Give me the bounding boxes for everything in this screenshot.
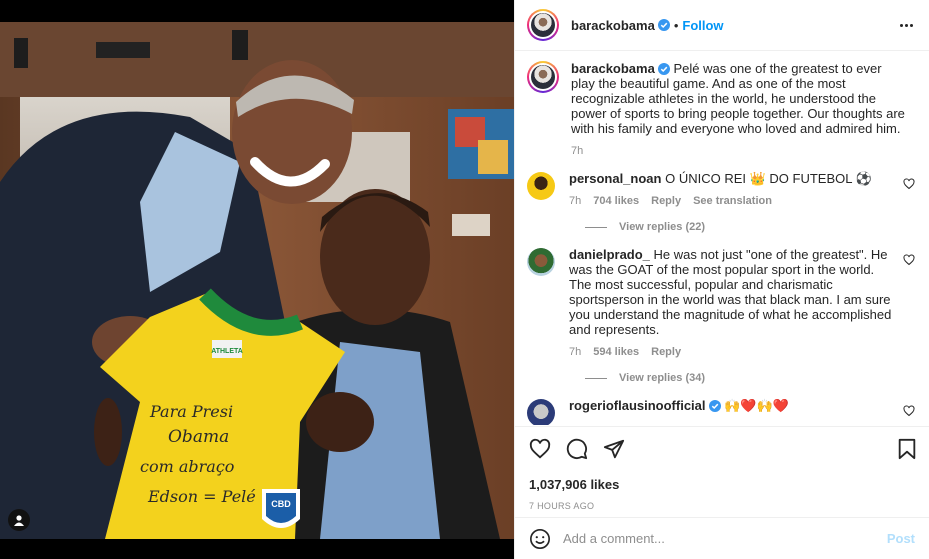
more-dot [910, 23, 913, 27]
comment-likes[interactable]: 594 likes [593, 345, 639, 360]
commenter-avatar[interactable] [527, 172, 555, 200]
comment-text: O ÚNICO REI 👑 DO FUTEBOL ⚽ [665, 171, 872, 186]
comment-text: 🙌❤️🙌❤️ [724, 398, 789, 413]
caption-time[interactable]: 7h [571, 144, 583, 159]
post-header: barackobama • Follow [515, 0, 929, 51]
commenter-username[interactable]: personal_noan [569, 171, 661, 186]
share-paper-plane-icon[interactable] [603, 438, 625, 460]
comment-input[interactable] [563, 531, 887, 546]
commenter-avatar[interactable] [527, 248, 555, 276]
post-age[interactable]: 7 HOURS AGO [529, 501, 917, 511]
follow-button[interactable]: Follow [682, 18, 723, 33]
view-replies-label: View replies (34) [619, 372, 706, 384]
caption-avatar[interactable] [527, 61, 559, 93]
post-photo[interactable]: ATHLETA CBD Para Presi Obama com abraço … [0, 22, 514, 539]
post-sidebar: barackobama • Follow barackobama Pelé wa… [514, 0, 929, 559]
author-avatar[interactable] [527, 9, 559, 41]
tagged-users-button[interactable] [8, 509, 30, 531]
replies-line [585, 377, 607, 379]
comments-list[interactable]: barackobama Pelé was one of the greatest… [515, 51, 929, 425]
author-username[interactable]: barackobama [571, 18, 655, 33]
comment-bubble-icon[interactable] [566, 438, 588, 460]
like-comment-heart-icon[interactable] [903, 405, 915, 417]
signature-line-4: Edson = Pelé [147, 487, 256, 506]
post-actions: 1,037,906 likes 7 HOURS AGO [515, 426, 929, 511]
caption: barackobama Pelé was one of the greatest… [527, 61, 915, 159]
view-replies-button[interactable]: View replies (34) [585, 372, 915, 384]
caption-username[interactable]: barackobama [571, 61, 655, 76]
comment-likes[interactable]: 704 likes [593, 194, 639, 209]
verified-badge-icon [657, 19, 670, 31]
like-count[interactable]: 1,037,906 likes [529, 477, 917, 492]
reply-button[interactable]: Reply [651, 194, 681, 209]
see-translation-button[interactable]: See translation [693, 194, 772, 209]
post-media: ATHLETA CBD Para Presi Obama com abraço … [0, 0, 514, 559]
view-replies-label: View replies (22) [619, 221, 706, 233]
commenter-username[interactable]: danielprado_ [569, 247, 650, 262]
author-avatar-image [531, 13, 555, 37]
person-icon [14, 515, 24, 526]
comment-time[interactable]: 7h [569, 194, 581, 209]
jersey-brand-label: ATHLETA [211, 348, 243, 355]
like-heart-icon[interactable] [529, 438, 551, 460]
signature-line-3: com abraço [140, 457, 234, 476]
replies-line [585, 226, 607, 228]
verified-badge-icon [708, 400, 721, 412]
like-comment-heart-icon[interactable] [903, 254, 915, 266]
separator-dot: • [673, 17, 679, 33]
signature-line-1: Para Presi [149, 402, 233, 421]
post-comment-button[interactable]: Post [887, 531, 915, 546]
view-replies-button[interactable]: View replies (22) [585, 221, 915, 233]
comment-item: rogerioflausinoofficial 🙌❤️🙌❤️ [527, 398, 915, 425]
jersey-crest-label: CBD [271, 499, 291, 509]
comment-composer: Post [515, 517, 929, 559]
reply-button[interactable]: Reply [651, 345, 681, 360]
photo-illustration: ATHLETA CBD Para Presi Obama com abraço … [0, 22, 514, 539]
like-comment-heart-icon[interactable] [903, 178, 915, 190]
more-dot [900, 23, 903, 27]
commenter-username[interactable]: rogerioflausinoofficial [569, 398, 706, 413]
signature-line-2: Obama [168, 427, 229, 447]
more-dot [905, 23, 908, 27]
save-bookmark-icon[interactable] [897, 438, 917, 460]
caption-avatar-image [531, 65, 555, 89]
comment-time[interactable]: 7h [569, 345, 581, 360]
comment-item: personal_noan O ÚNICO REI 👑 DO FUTEBOL ⚽… [527, 171, 915, 209]
commenter-avatar[interactable] [527, 399, 555, 425]
verified-badge-icon [657, 63, 670, 75]
more-options-button[interactable] [896, 20, 917, 31]
emoji-smiley-icon[interactable] [529, 528, 551, 550]
comment-item: danielprado_ He was not just "one of the… [527, 247, 915, 360]
